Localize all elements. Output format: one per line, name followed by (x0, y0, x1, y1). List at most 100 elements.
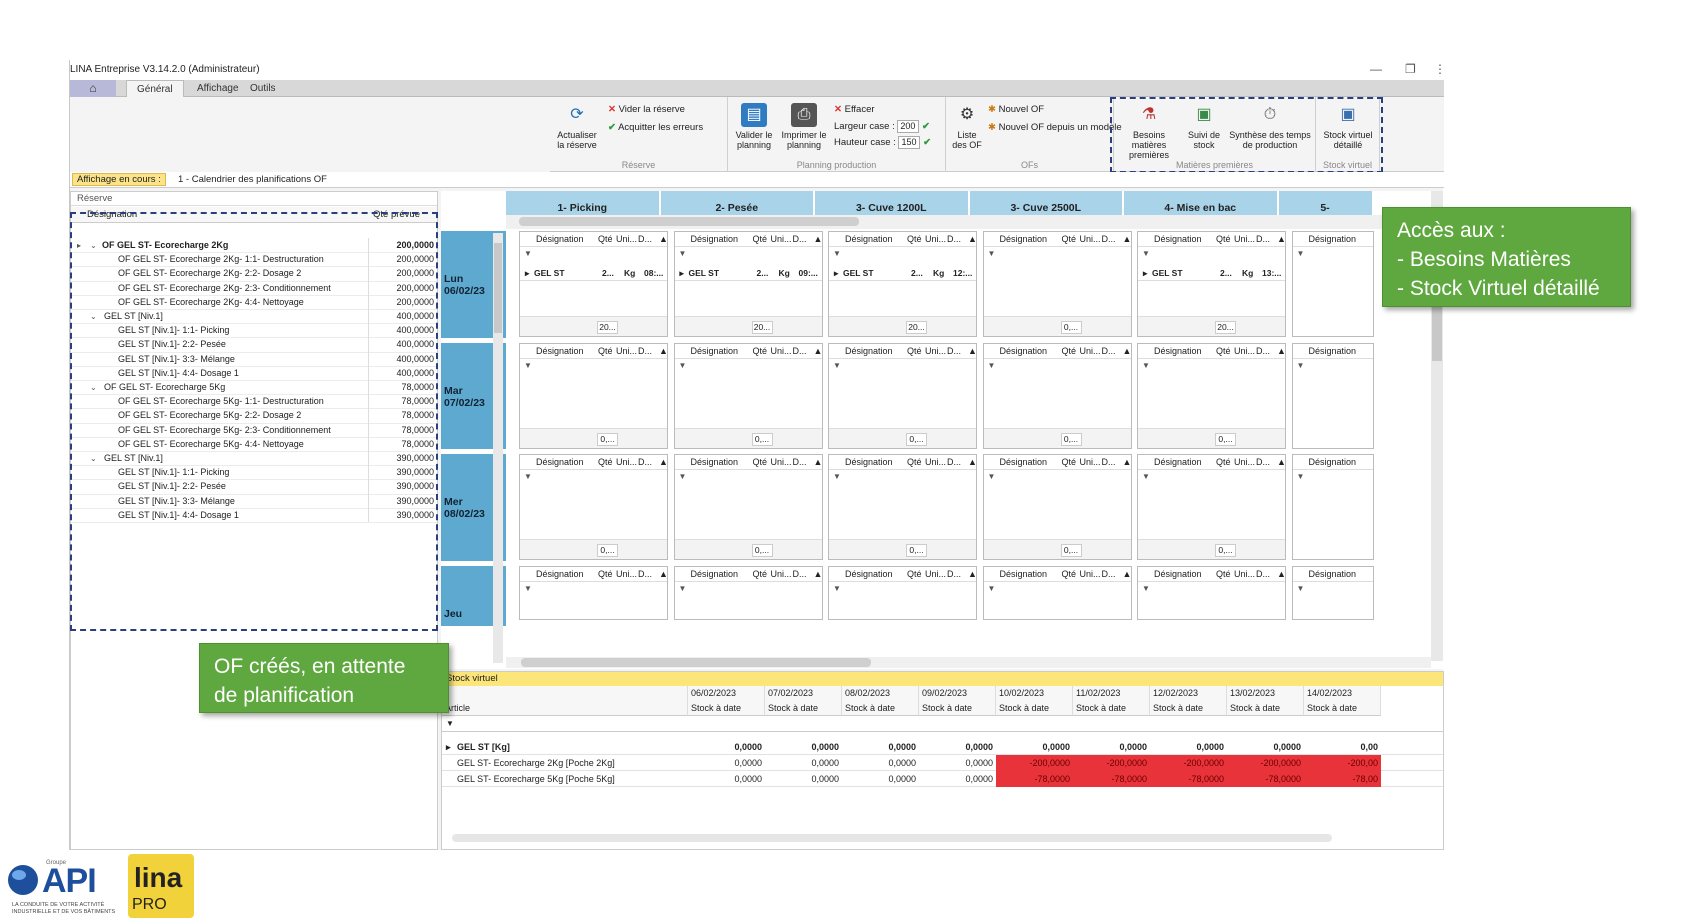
cell-col-label[interactable]: D... (793, 567, 807, 582)
date-column-header[interactable]: 13/02/2023 Stock à date (1227, 686, 1304, 716)
col-article[interactable]: Article (442, 686, 688, 716)
cell-col-label[interactable]: Désignation (845, 232, 893, 247)
filter-icon[interactable]: ▼ (679, 472, 687, 481)
cell-col-label[interactable]: Qté (753, 455, 768, 470)
cell-col-label[interactable]: ▲ (1123, 232, 1131, 247)
tab-outils[interactable]: Outils (240, 80, 286, 97)
date-column-header[interactable]: 11/02/2023 Stock à date (1073, 686, 1150, 716)
filter-icon[interactable]: ▼ (833, 584, 841, 593)
cell-col-label[interactable]: Qté (1216, 567, 1231, 582)
cell-col-label[interactable]: Qté (1062, 344, 1077, 359)
erase-button[interactable]: ✕ Effacer (834, 104, 875, 115)
date-column-header[interactable]: 09/02/2023 Stock à date (919, 686, 996, 716)
cell-col-label[interactable]: Qté (598, 455, 613, 470)
cell-col-label[interactable]: Désignation (691, 567, 739, 582)
cell-col-label[interactable]: ▲ (1277, 344, 1285, 359)
cell-col-label[interactable]: Uni... (1080, 567, 1101, 582)
cell-col-label[interactable]: Uni... (616, 567, 637, 582)
of-list-button[interactable]: ⚙ Liste des OF (950, 103, 984, 150)
cell-col-label[interactable]: Uni... (1234, 567, 1255, 582)
cell-col-label[interactable]: Uni... (925, 232, 946, 247)
date-column-header[interactable]: 10/02/2023 Stock à date (996, 686, 1073, 716)
cell-col-label[interactable]: ▲ (814, 344, 822, 359)
filter-icon[interactable]: ▼ (1142, 361, 1150, 370)
planning-cell[interactable]: Désignation Qté Uni... D... ▲ ▼ 0,... (1137, 454, 1286, 560)
cell-col-label[interactable]: D... (1256, 567, 1270, 582)
planning-cell[interactable]: Désignation ▼ (1291, 342, 1374, 449)
cell-col-label[interactable]: Désignation (1000, 232, 1048, 247)
cell-col-label[interactable]: Uni... (925, 344, 946, 359)
filter-icon[interactable]: ▼ (1297, 361, 1305, 370)
filter-icon[interactable]: ▼ (679, 361, 687, 370)
cell-col-label[interactable]: Qté (598, 232, 613, 247)
filter-icon[interactable]: ▼ (1142, 472, 1150, 481)
filter-icon[interactable]: ▼ (446, 719, 454, 728)
cell-col-label[interactable]: D... (793, 455, 807, 470)
cell-col-label[interactable]: Désignation (1000, 455, 1048, 470)
planning-cell[interactable]: Désignation Qté Uni... D... ▲ ▼ (828, 565, 977, 620)
planning-cell[interactable]: Désignation Qté Uni... D... ▲ ▼ 0,... (519, 342, 668, 449)
cell-col-label[interactable]: D... (638, 455, 652, 470)
filter-icon[interactable]: ▼ (1297, 584, 1305, 593)
planning-cell[interactable]: Désignation ▼ (1291, 565, 1374, 620)
cell-entry-row[interactable]: ▸ GEL ST 2... Kg 08:... (520, 266, 667, 281)
filter-icon[interactable]: ▼ (524, 361, 532, 370)
planning-cell[interactable]: Désignation ▼ (1291, 454, 1374, 560)
cell-col-label[interactable]: Désignation (691, 232, 739, 247)
planning-cell[interactable]: Désignation Qté Uni... D... ▲ ▼ ▸ GEL ST 2... Kg 0… (519, 231, 668, 337)
cell-col-label[interactable]: Uni... (925, 567, 946, 582)
cell-col-label[interactable]: Uni... (771, 455, 792, 470)
print-planning-button[interactable]: ⎙ Imprimer le planning (780, 103, 828, 150)
cell-col-label[interactable]: ▲ (968, 455, 976, 470)
cell-col-label[interactable]: D... (1102, 567, 1116, 582)
cell-entry-row[interactable]: ▸ GEL ST 2... Kg 12:... (829, 266, 976, 281)
date-column-header[interactable]: 12/02/2023 Stock à date (1150, 686, 1227, 716)
cell-col-label[interactable]: ▲ (968, 344, 976, 359)
cell-col-label[interactable]: D... (638, 232, 652, 247)
filter-icon[interactable]: ▼ (1297, 472, 1305, 481)
cell-col-label[interactable]: Désignation (691, 455, 739, 470)
filter-icon[interactable]: ▼ (988, 249, 996, 258)
new-of-model-button[interactable]: ✱ Nouvel OF depuis un modèle (988, 122, 1122, 133)
planning-cell[interactable]: Désignation Qté Uni... D... ▲ ▼ (673, 565, 823, 620)
cell-col-label[interactable]: Désignation (536, 567, 584, 582)
planning-cell[interactable]: Désignation Qté Uni... D... ▲ ▼ 0,... (673, 454, 823, 560)
view-value[interactable]: 1 - Calendrier des planifications OF (178, 174, 327, 185)
day-scroll-thumb[interactable] (494, 243, 502, 333)
cell-col-label[interactable]: Désignation (536, 455, 584, 470)
cell-col-label[interactable]: Désignation (1000, 344, 1048, 359)
grid-vertical-thumb[interactable] (1432, 301, 1442, 361)
cell-col-label[interactable]: ▲ (1123, 344, 1131, 359)
cell-col-label[interactable]: ▲ (659, 344, 667, 359)
cell-col-label[interactable]: Qté (753, 344, 768, 359)
cell-col-label[interactable]: D... (638, 344, 652, 359)
cell-col-label[interactable]: Qté (1216, 455, 1231, 470)
planning-cell[interactable]: Désignation Qté Uni... D... ▲ ▼ 0,... (519, 454, 668, 560)
minimize-button[interactable]: — (1370, 62, 1382, 76)
filter-icon[interactable]: ▼ (524, 584, 532, 593)
cell-col-label[interactable]: Désignation (1309, 232, 1357, 247)
cell-entry-row[interactable]: ▸ GEL ST 2... Kg 09:... (674, 266, 822, 281)
cell-col-label[interactable]: D... (1256, 344, 1270, 359)
date-column-header[interactable]: 14/02/2023 Stock à date (1304, 686, 1381, 716)
cell-col-label[interactable]: Désignation (1154, 232, 1202, 247)
planning-cell[interactable]: Désignation Qté Uni... D... ▲ ▼ 0,... (828, 454, 977, 560)
cell-col-label[interactable]: Qté (753, 232, 768, 247)
cell-col-label[interactable]: D... (1102, 232, 1116, 247)
clear-reserve-button[interactable]: ✕ Vider la réserve (608, 104, 685, 115)
more-button[interactable]: ⋮ (1434, 62, 1446, 76)
planning-cell[interactable]: Désignation Qté Uni... D... ▲ ▼ 0,... (828, 342, 977, 449)
cell-col-label[interactable]: D... (638, 567, 652, 582)
new-of-button[interactable]: ✱ Nouvel OF (988, 104, 1044, 115)
filter-icon[interactable]: ▼ (679, 584, 687, 593)
cell-col-label[interactable]: Désignation (1000, 567, 1048, 582)
cell-col-label[interactable]: D... (947, 232, 961, 247)
cell-col-label[interactable]: Uni... (1234, 232, 1255, 247)
planning-cell[interactable]: Désignation Qté Uni... D... ▲ ▼ (519, 565, 668, 620)
cell-col-label[interactable]: Uni... (771, 232, 792, 247)
planning-cell[interactable]: Désignation Qté Uni... D... ▲ ▼ 0,... (1137, 342, 1286, 449)
cell-col-label[interactable]: Qté (1062, 567, 1077, 582)
filter-icon[interactable]: ▼ (988, 361, 996, 370)
restore-button[interactable]: ❐ (1405, 62, 1416, 76)
cell-col-label[interactable]: Désignation (536, 232, 584, 247)
